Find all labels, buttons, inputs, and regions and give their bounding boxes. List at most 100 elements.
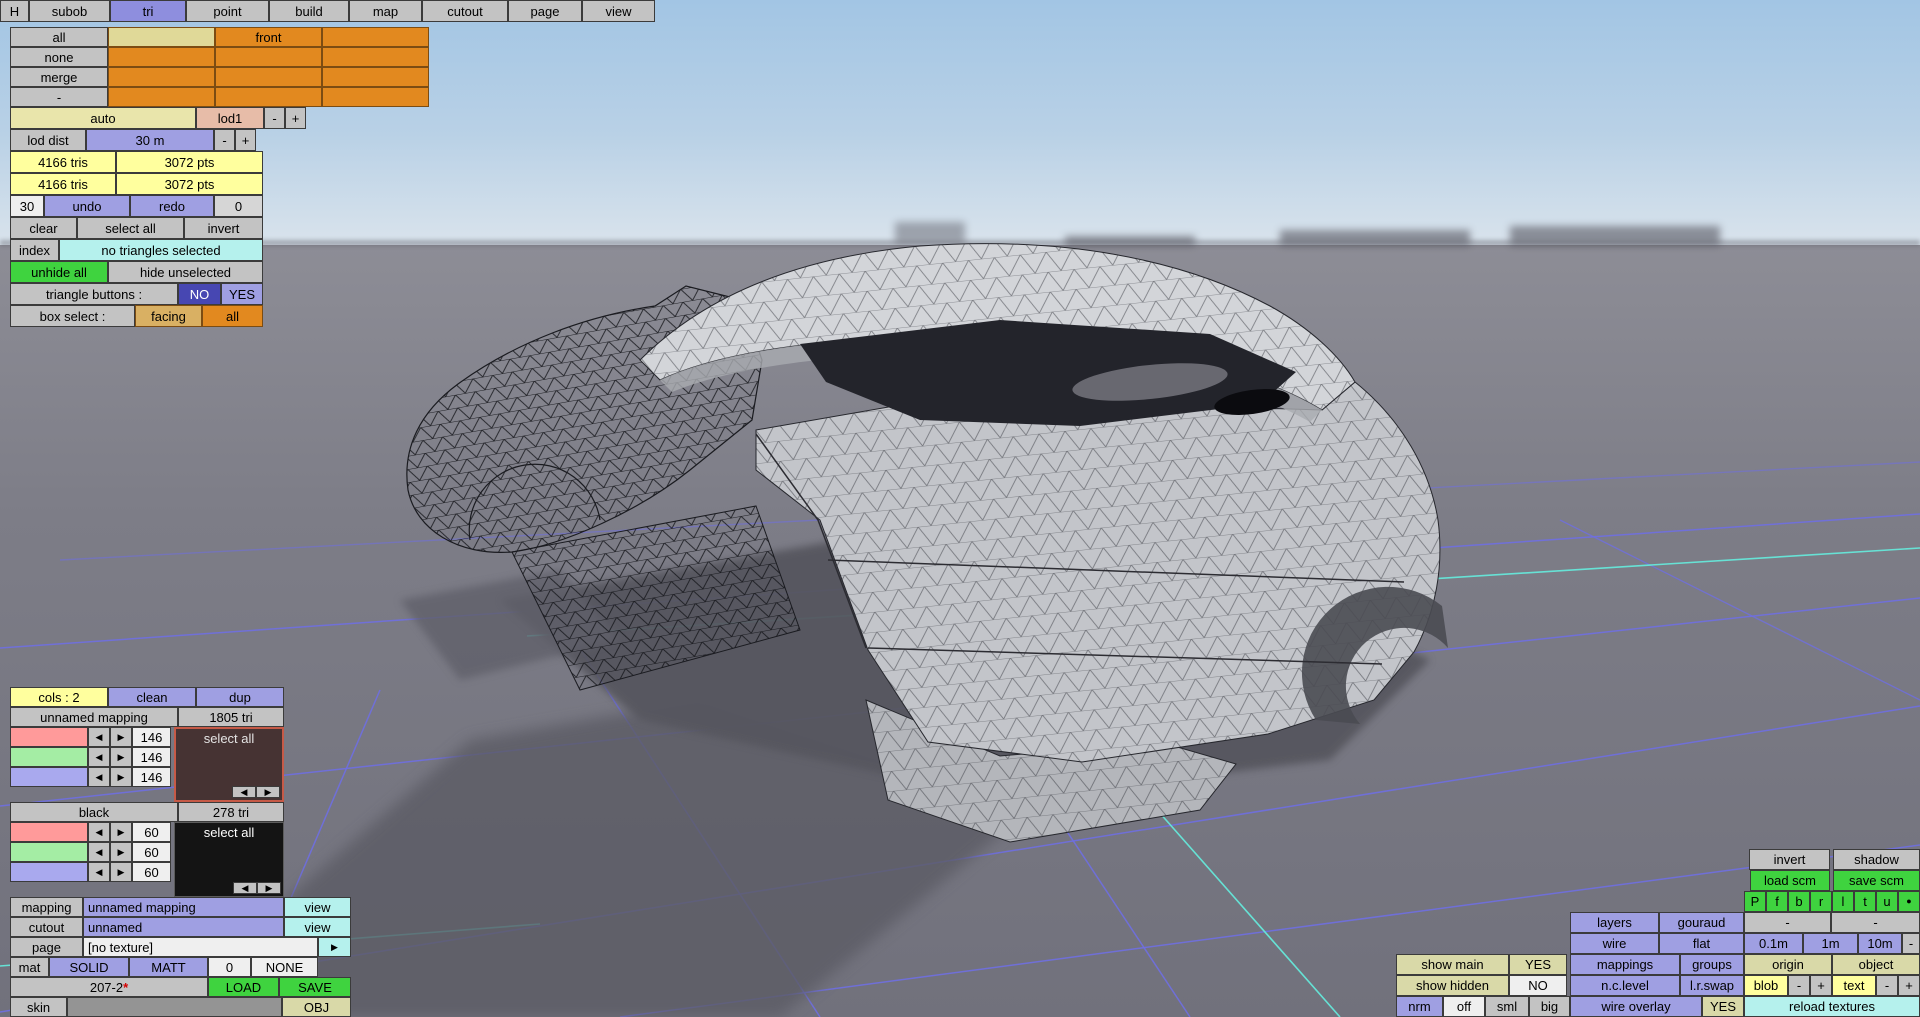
undo-button[interactable]: undo: [44, 195, 130, 217]
auto-button[interactable]: auto: [10, 107, 196, 129]
box-select-facing[interactable]: facing: [135, 305, 202, 327]
menu-item-build[interactable]: build: [269, 0, 349, 22]
group-select-all-box[interactable]: select all ◀ ▶: [174, 727, 284, 802]
color-swatch[interactable]: [10, 842, 88, 862]
channel-next-button[interactable]: ▶: [110, 727, 132, 747]
subob-grid-cell[interactable]: [108, 47, 215, 67]
channel-next-button[interactable]: ▶: [110, 767, 132, 787]
menu-item-tri[interactable]: tri: [110, 0, 186, 22]
file-name-field[interactable]: 207-2 *: [10, 977, 208, 997]
grid-01m-button[interactable]: 0.1m: [1744, 933, 1803, 954]
shadow-button[interactable]: shadow: [1833, 849, 1920, 870]
view-dot-button[interactable]: ●: [1898, 891, 1920, 912]
reload-textures-button[interactable]: reload textures: [1744, 996, 1920, 1017]
dash-button[interactable]: -: [1902, 933, 1920, 954]
view-perspective-button[interactable]: P: [1744, 891, 1766, 912]
group-prev-button[interactable]: ◀: [233, 882, 257, 894]
channel-prev-button[interactable]: ◀: [88, 767, 110, 787]
mat-solid-button[interactable]: SOLID: [49, 957, 129, 977]
blob-label[interactable]: blob: [1744, 975, 1788, 996]
color-swatch[interactable]: [10, 727, 88, 747]
group-next-button[interactable]: ▶: [257, 882, 281, 894]
box-select-all[interactable]: all: [202, 305, 263, 327]
grid-row-all[interactable]: all: [10, 27, 108, 47]
group-select-all-label[interactable]: select all: [204, 825, 255, 840]
grid-1m-button[interactable]: 1m: [1803, 933, 1858, 954]
mat-none-value[interactable]: NONE: [251, 957, 318, 977]
lod-plus-button[interactable]: +: [285, 107, 306, 129]
menu-item-point[interactable]: point: [186, 0, 269, 22]
group-select-all-box[interactable]: select all ◀ ▶: [174, 822, 284, 897]
subob-grid-cell[interactable]: [108, 87, 215, 107]
text-minus-button[interactable]: -: [1876, 975, 1898, 996]
channel-prev-button[interactable]: ◀: [88, 842, 110, 862]
grid-row-merge[interactable]: merge: [10, 67, 108, 87]
show-main-toggle[interactable]: show main: [1396, 954, 1509, 975]
text-label[interactable]: text: [1832, 975, 1876, 996]
subob-grid-cell-front[interactable]: front: [215, 27, 322, 47]
lod-dist-minus-button[interactable]: -: [214, 129, 235, 151]
clean-button[interactable]: clean: [108, 687, 196, 707]
mat-matt-button[interactable]: MATT: [129, 957, 208, 977]
blob-minus-button[interactable]: -: [1788, 975, 1810, 996]
mapping-view-button[interactable]: view: [284, 897, 351, 917]
cutout-value[interactable]: unnamed: [83, 917, 284, 937]
nrm-sml-button[interactable]: sml: [1485, 996, 1529, 1017]
triangle-buttons-no[interactable]: NO: [178, 283, 221, 305]
dup-button[interactable]: dup: [196, 687, 284, 707]
group-prev-button[interactable]: ◀: [232, 786, 256, 798]
view-front-button[interactable]: f: [1766, 891, 1788, 912]
load-scm-button[interactable]: load scm: [1750, 870, 1830, 891]
view-top-button[interactable]: t: [1854, 891, 1876, 912]
layers-button[interactable]: layers: [1570, 912, 1659, 933]
menu-item-view[interactable]: view: [582, 0, 655, 22]
subob-grid-cell[interactable]: [215, 47, 322, 67]
redo-button[interactable]: redo: [130, 195, 214, 217]
grid-row-none[interactable]: none: [10, 47, 108, 67]
group-name[interactable]: unnamed mapping: [10, 707, 178, 727]
unhide-all-button[interactable]: unhide all: [10, 261, 108, 283]
save-button[interactable]: SAVE: [279, 977, 351, 997]
lod-minus-button[interactable]: -: [264, 107, 285, 129]
channel-next-button[interactable]: ▶: [110, 862, 132, 882]
invert-view-button[interactable]: invert: [1749, 849, 1830, 870]
nc-level-button[interactable]: n.c.level: [1570, 975, 1680, 996]
triangle-buttons-yes[interactable]: YES: [221, 283, 263, 305]
channel-prev-button[interactable]: ◀: [88, 727, 110, 747]
lod-dist-plus-button[interactable]: +: [235, 129, 256, 151]
blob-plus-button[interactable]: +: [1810, 975, 1832, 996]
lod1-button[interactable]: lod1: [196, 107, 264, 129]
group-name[interactable]: black: [10, 802, 178, 822]
clear-button[interactable]: clear: [10, 217, 77, 239]
gouraud-button[interactable]: gouraud: [1659, 912, 1744, 933]
nrm-button[interactable]: nrm: [1396, 996, 1443, 1017]
subob-grid-cell[interactable]: [322, 67, 429, 87]
subob-grid-cell[interactable]: [108, 67, 215, 87]
subob-grid-cell[interactable]: [215, 67, 322, 87]
wire-overlay-value[interactable]: YES: [1702, 996, 1744, 1017]
cutout-view-button[interactable]: view: [284, 917, 351, 937]
page-texture-field[interactable]: [no texture]: [83, 937, 318, 957]
wire-overlay-button[interactable]: wire overlay: [1570, 996, 1702, 1017]
mappings-button[interactable]: mappings: [1570, 954, 1680, 975]
skin-field[interactable]: [67, 997, 282, 1017]
channel-next-button[interactable]: ▶: [110, 822, 132, 842]
origin-button[interactable]: origin: [1744, 954, 1832, 975]
color-swatch[interactable]: [10, 747, 88, 767]
color-swatch[interactable]: [10, 767, 88, 787]
groups-button[interactable]: groups: [1680, 954, 1744, 975]
page-next-button[interactable]: ▶: [318, 937, 351, 957]
wire-button[interactable]: wire: [1570, 933, 1659, 954]
subob-grid-cell[interactable]: [322, 27, 429, 47]
hide-unselected-button[interactable]: hide unselected: [108, 261, 263, 283]
menu-item-page[interactable]: page: [508, 0, 582, 22]
channel-next-button[interactable]: ▶: [110, 747, 132, 767]
view-left-button[interactable]: l: [1832, 891, 1854, 912]
channel-prev-button[interactable]: ◀: [88, 747, 110, 767]
load-button[interactable]: LOAD: [208, 977, 279, 997]
menu-item-h[interactable]: H: [0, 0, 29, 22]
dash-button[interactable]: -: [1744, 912, 1831, 933]
nrm-big-button[interactable]: big: [1529, 996, 1570, 1017]
menu-item-map[interactable]: map: [349, 0, 422, 22]
color-swatch[interactable]: [10, 862, 88, 882]
